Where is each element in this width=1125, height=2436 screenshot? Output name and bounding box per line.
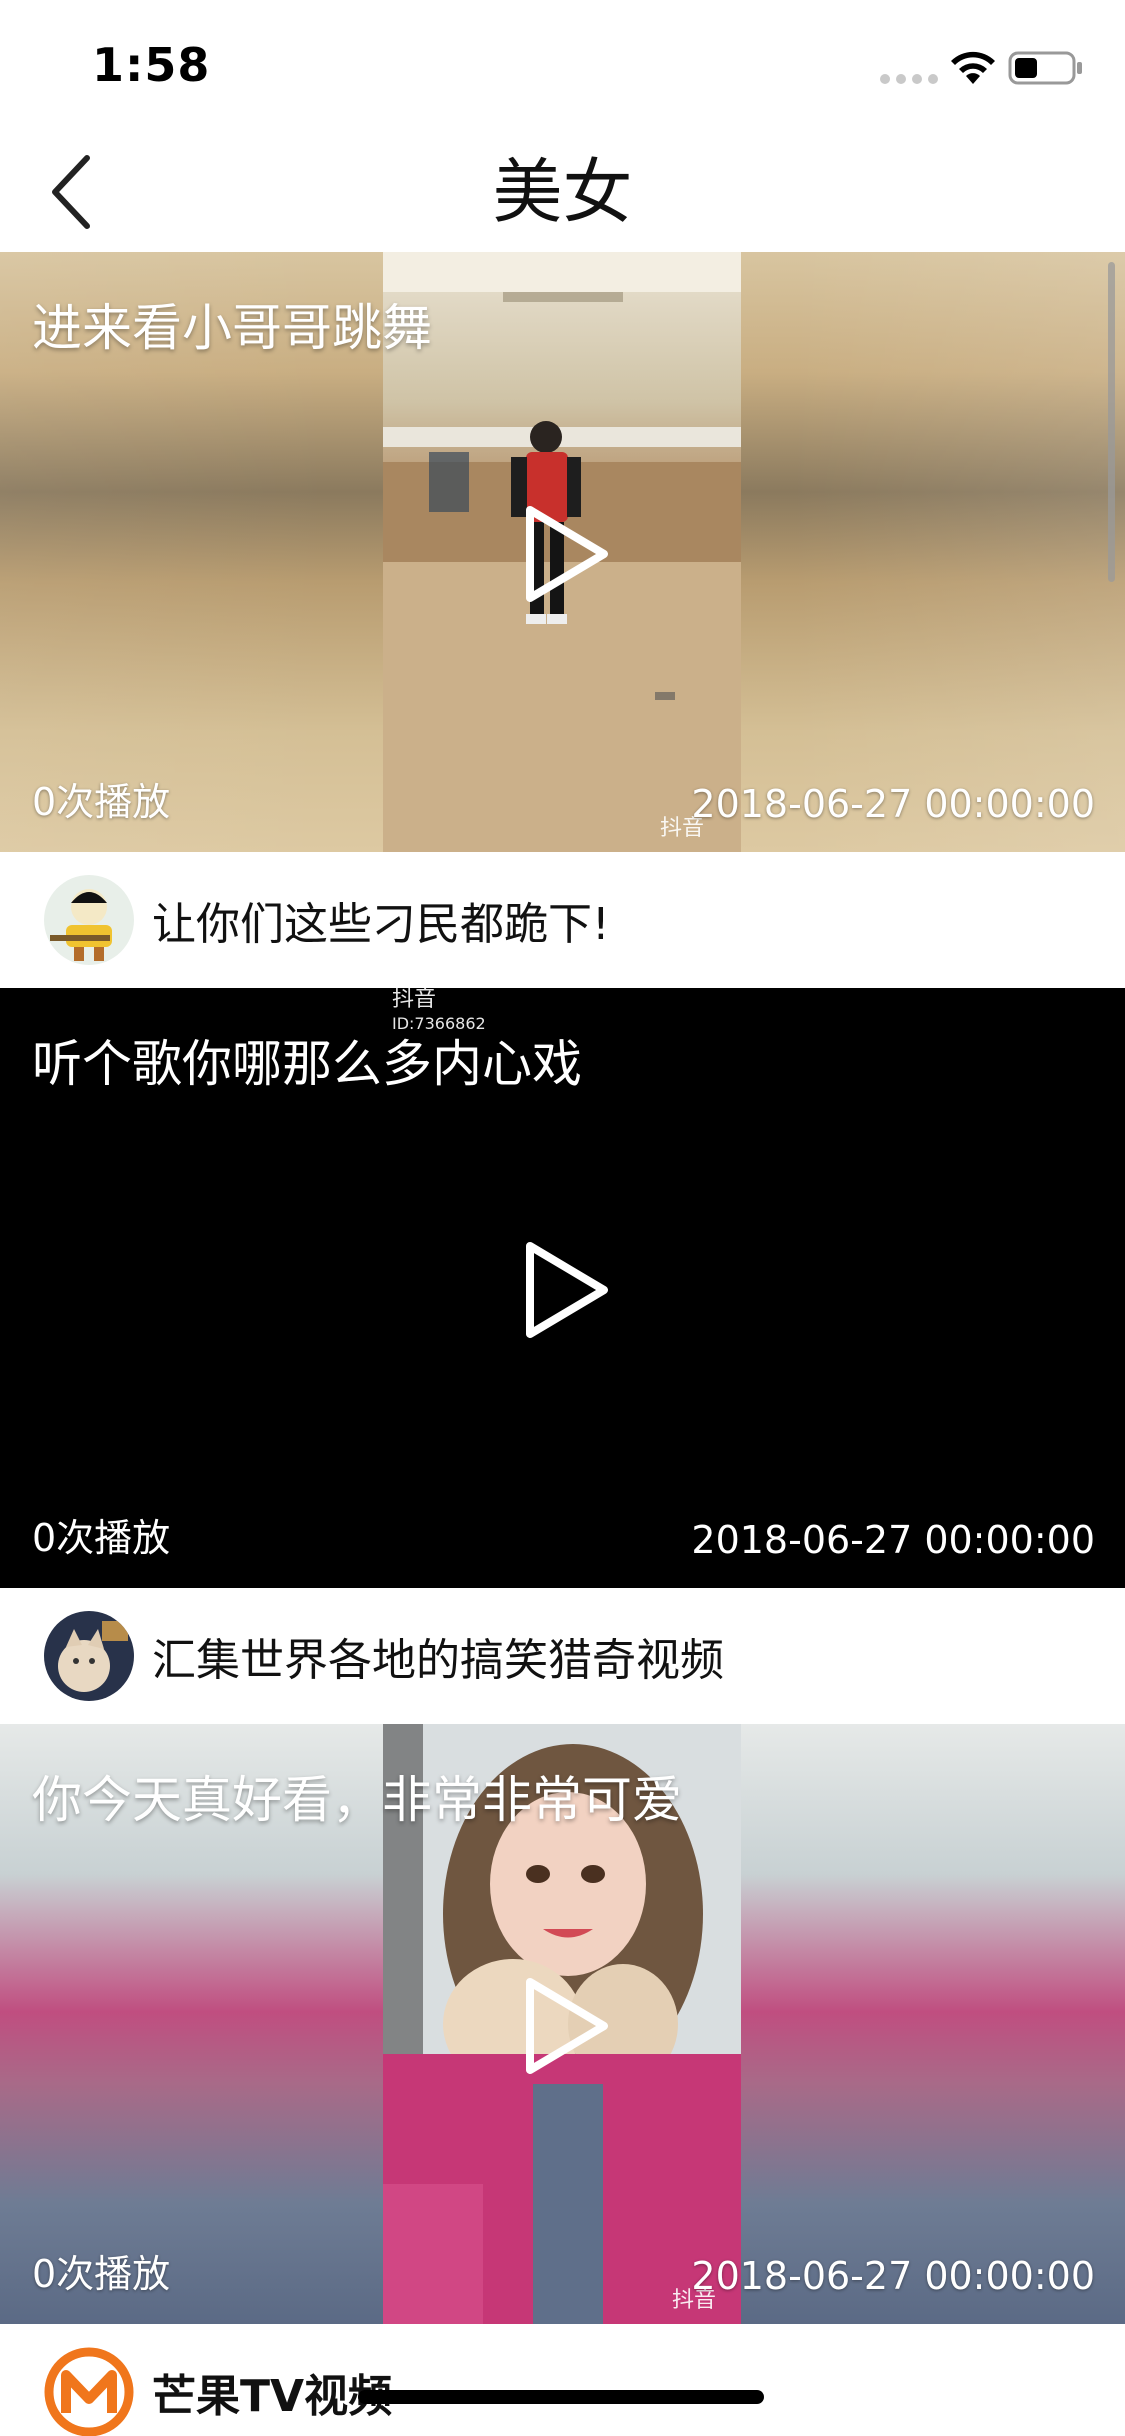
tiktok-watermark-label: 抖音 [392,988,437,1012]
play-count: 0次播放 [32,2252,171,2296]
scroll-indicator[interactable] [1108,262,1115,582]
screen: 1:58 美女 进来看小哥哥跳舞 抖音 0次播放 2018-06-27 00:0… [0,0,1125,2436]
video-player[interactable]: 你今天真好看，非常非常可爱 抖音 0次播放 2018-06-27 00:00:0… [0,1724,1125,2324]
video-card: 抖音 ID:7366862 听个歌你哪那么多内心戏 0次播放 2018-06-2… [0,988,1125,1724]
cellular-signal-icon [880,74,938,84]
author-name: 芒果TV视频 [152,2371,393,2422]
play-icon[interactable] [522,1976,610,2076]
video-feed: 进来看小哥哥跳舞 抖音 0次播放 2018-06-27 00:00:00 让你们… [0,252,1125,2436]
wifi-icon [951,51,995,84]
navigation-bar: 美女 [0,132,1125,252]
video-card: 你今天真好看，非常非常可爱 抖音 0次播放 2018-06-27 00:00:0… [0,1724,1125,2436]
video-title: 进来看小哥哥跳舞 [32,299,432,357]
video-player[interactable]: 抖音 ID:7366862 听个歌你哪那么多内心戏 0次播放 2018-06-2… [0,988,1125,1588]
author-row[interactable]: 让你们这些刁民都跪下! [0,852,1125,988]
video-date: 2018-06-27 00:00:00 [691,782,1095,826]
battery-icon [1008,51,1082,85]
author-row[interactable]: 汇集世界各地的搞笑猎奇视频 [0,1588,1125,1724]
video-card: 进来看小哥哥跳舞 抖音 0次播放 2018-06-27 00:00:00 让你们… [0,252,1125,988]
play-count: 0次播放 [32,780,171,824]
avatar[interactable] [44,875,134,965]
mango-tv-logo-icon[interactable] [44,2347,134,2436]
video-date: 2018-06-27 00:00:00 [691,2254,1095,2298]
author-name: 让你们这些刁民都跪下! [152,899,610,950]
avatar[interactable] [44,1611,134,1701]
video-title: 听个歌你哪那么多内心戏 [32,1035,582,1093]
video-player[interactable]: 进来看小哥哥跳舞 抖音 0次播放 2018-06-27 00:00:00 [0,252,1125,852]
status-bar: 1:58 [0,0,1125,132]
video-title: 你今天真好看，非常非常可爱 [32,1771,682,1829]
page-title: 美女 [492,151,633,233]
status-time: 1:58 [92,38,211,92]
play-icon[interactable] [522,504,610,604]
play-icon[interactable] [522,1240,610,1340]
author-name: 汇集世界各地的搞笑猎奇视频 [152,1635,724,1686]
home-indicator[interactable] [358,2390,764,2404]
video-date: 2018-06-27 00:00:00 [691,1518,1095,1562]
author-row[interactable]: 芒果TV视频 [0,2324,1125,2436]
play-count: 0次播放 [32,1516,171,1560]
